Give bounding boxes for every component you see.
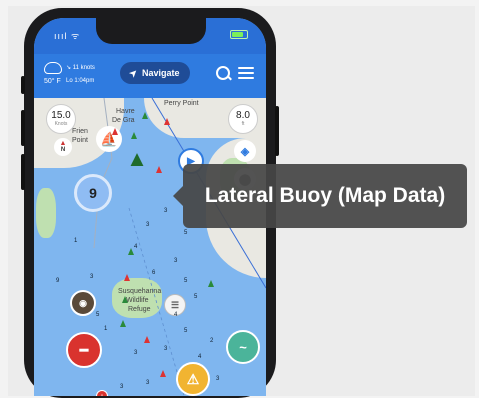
navigate-label: Navigate [142,68,180,78]
place-name: Havre [116,108,135,115]
depth-gauge[interactable]: 8.0 ft [228,104,258,134]
phone-volume-down [21,154,25,190]
red-buoy-icon[interactable] [144,336,150,343]
phone-volume-up [21,110,25,146]
warning-icon: ⚠ [186,370,200,387]
depth-sounding: 3 [134,350,138,356]
place-name: De Gra [112,117,135,124]
depth-sounding: 4 [174,312,178,318]
red-buoy-icon[interactable] [160,370,166,377]
top-bar: ↘ 11 knots 50° F Lo 1:04pm ➤ Navigate [34,54,266,98]
place-name: Wildlife [126,297,149,304]
green-buoy-icon[interactable] [208,280,214,287]
place-name: Perry Point [164,100,199,107]
phone-notch [96,18,206,44]
wind-speed: ↘ 11 knots [66,65,95,71]
no-entry-icon: - [101,393,103,396]
green-buoy-icon[interactable] [120,320,126,327]
cluster-count: 9 [89,185,97,201]
search-icon[interactable] [216,66,230,80]
depth-sounding: 5 [184,278,188,284]
depth-sounding: 4 [134,244,138,250]
depth-sounding: 9 [56,278,60,284]
small-no-entry-marker[interactable]: - [96,390,108,396]
compass-button[interactable]: ▲ N [54,138,72,156]
depth-sounding: 3 [120,384,124,390]
poi-icon: ☰ [170,299,180,310]
dolphin-icon: ~ [239,339,247,355]
place-name: Susquehanna [118,288,162,295]
depth-sounding: 2 [210,338,214,344]
depth-sounding: 6 [152,270,156,276]
green-buoy-icon[interactable] [142,112,148,119]
depth-sounding: 3 [216,376,220,382]
depth-sounding: 3 [146,380,150,386]
depth-sounding: 5 [184,328,188,334]
nautical-map[interactable]: Havre De Gra Perry Point Frien Point Sus… [34,98,266,396]
red-buoy-icon[interactable] [124,274,130,281]
depth-sounding: 4 [198,354,202,360]
depth-sounding: 3 [90,274,94,280]
wind-gauge-value: 15.0 [51,110,71,121]
red-buoy-icon[interactable] [112,128,118,135]
no-entry-icon: ━ [79,341,89,358]
navigation-arrow-icon: ➤ [127,66,141,79]
wind-gauge[interactable]: 15.0 Knots [46,104,76,134]
tooltip-text: Lateral Buoy (Map Data) [204,184,446,207]
signal-wifi-icon: ıııl ᯤ [54,31,81,41]
red-buoy-icon[interactable] [164,118,170,125]
depth-sounding: 3 [164,208,168,214]
place-name: Refuge [128,306,151,313]
feature-tooltip: Lateral Buoy (Map Data) [173,164,467,228]
sailboat-marker[interactable]: ⛵ [96,126,122,152]
depth-sounding: 1 [104,326,108,332]
place-name: Point [72,137,88,144]
green-buoy-icon[interactable] [131,132,137,139]
battery-icon [230,30,248,39]
depth-gauge-value: 8.0 [236,110,250,121]
red-buoy-icon[interactable] [156,166,162,173]
depth-sounding: 5 [96,312,100,318]
lateral-buoy-icon: ▲ [126,146,148,171]
marine-life-marker[interactable]: ~ [226,330,260,364]
depth-sounding: 3 [174,258,178,264]
green-buoy-icon[interactable] [122,296,128,303]
depth-gauge-unit: ft [241,121,245,127]
place-name: Frien [72,128,88,135]
layers-button[interactable]: ◈ [234,140,256,162]
temperature: 50° F [44,78,61,85]
hazard-marker[interactable]: ⚠ [176,362,210,396]
depth-sounding: 3 [164,346,168,352]
cluster-marker[interactable]: 9 [74,174,112,212]
depth-sounding: 3 [146,222,150,228]
cloud-icon [44,62,62,74]
phone-power-button [275,106,279,156]
lateral-buoy-marker[interactable]: ▲ [124,144,150,174]
user-avatar-marker[interactable]: ◉ [70,290,96,316]
wind-gauge-unit: Knots [54,121,68,127]
depth-sounding: 5 [194,294,198,300]
tide-time: Lo 1:04pm [66,78,95,84]
no-entry-marker[interactable]: ━ [66,332,102,368]
navigate-button[interactable]: ➤ Navigate [120,62,190,84]
phone-mute-switch [21,76,25,94]
hamburger-menu-icon[interactable] [238,67,254,79]
status-bar: ıııl ᯤ [34,18,266,54]
compass-label: N [60,147,66,153]
depth-sounding: 1 [74,238,78,244]
layers-icon: ◈ [240,145,250,158]
depth-sounding: 5 [184,230,188,236]
avatar: ◉ [79,297,87,308]
